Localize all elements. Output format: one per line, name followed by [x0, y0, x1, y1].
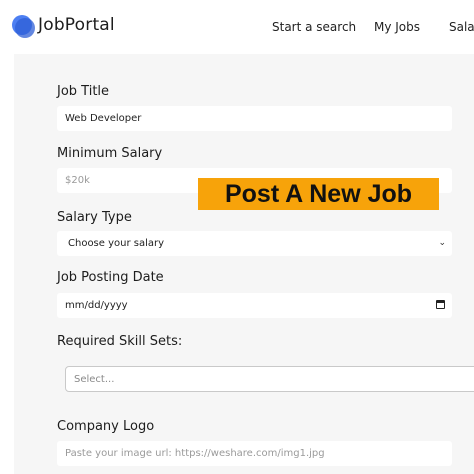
posting-date-input[interactable]: mm/dd/yyyy: [57, 293, 452, 318]
posting-date-placeholder: mm/dd/yyyy: [65, 300, 128, 311]
nav-salary[interactable]: Salar: [449, 20, 474, 34]
salary-type-selected: Choose your salary: [68, 238, 165, 249]
skills-select[interactable]: Select...: [65, 366, 474, 392]
top-header: JobPortal Start a search My Jobs Salar: [0, 0, 474, 54]
job-title-input[interactable]: Web Developer: [57, 106, 452, 131]
company-logo-placeholder: Paste your image url: https://weshare.co…: [65, 448, 325, 459]
nav-my-jobs[interactable]: My Jobs: [374, 20, 420, 34]
skills-label: Required Skill Sets:: [57, 334, 183, 349]
nav-start-search[interactable]: Start a search: [272, 20, 356, 34]
company-logo-input[interactable]: Paste your image url: https://weshare.co…: [57, 441, 452, 466]
chevron-down-icon: ⌄: [438, 238, 446, 248]
min-salary-label: Minimum Salary: [57, 146, 163, 161]
calendar-icon[interactable]: [436, 300, 445, 309]
min-salary-placeholder: $20k: [65, 175, 90, 186]
salary-type-select[interactable]: Choose your salary ⌄: [57, 231, 452, 256]
post-new-job-banner: Post A New Job: [198, 178, 439, 210]
company-logo-label: Company Logo: [57, 419, 155, 434]
skills-placeholder: Select...: [74, 373, 115, 385]
job-title-value: Web Developer: [65, 113, 142, 124]
brand-name[interactable]: JobPortal: [38, 15, 115, 35]
logo-icon[interactable]: [12, 14, 36, 38]
salary-type-label: Salary Type: [57, 210, 132, 225]
job-title-label: Job Title: [57, 84, 110, 99]
posting-date-label: Job Posting Date: [57, 270, 164, 285]
